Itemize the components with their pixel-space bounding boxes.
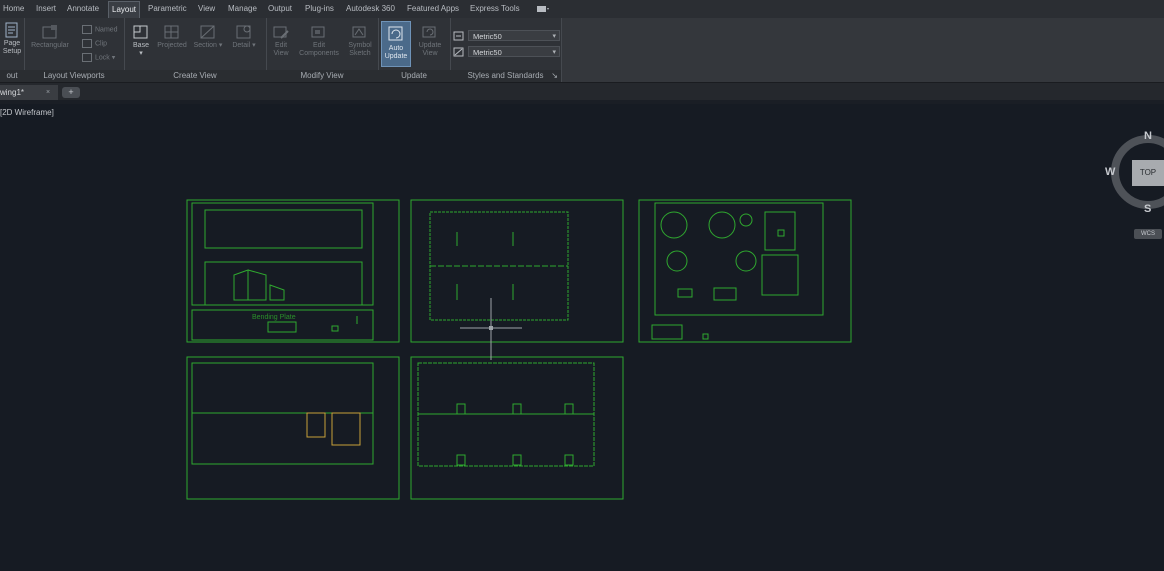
base-button[interactable]: Base ▾ [128, 24, 154, 58]
named-button[interactable]: Named [82, 25, 118, 34]
viewcube-top-face[interactable]: TOP [1132, 160, 1164, 186]
layout-viewport-5[interactable] [410, 356, 624, 500]
group-label-update: Update [378, 70, 450, 82]
tab-autodesk-360[interactable]: Autodesk 360 [346, 0, 395, 18]
ribbon-tab-bar: Home Insert Annotate Layout Parametric V… [0, 0, 1164, 19]
lock-label: Lock [95, 54, 110, 62]
group-modify-view: Edit View Edit Components Symbol Sketch … [266, 18, 379, 82]
lock-icon [82, 53, 92, 62]
update-view-button[interactable]: Update View [414, 24, 446, 58]
edit-view-button[interactable]: Edit View [268, 24, 294, 58]
clip-button[interactable]: Clip [82, 39, 107, 48]
tab-output[interactable]: Output [268, 0, 292, 18]
symbol-sketch-icon [352, 26, 366, 38]
view-style-dropdown[interactable]: Metric50 ▾ [468, 30, 560, 41]
named-label: Named [95, 26, 118, 34]
edit-view-icon [273, 26, 289, 39]
group-label-layout: out [0, 70, 24, 82]
tab-featured-apps[interactable]: Featured Apps [407, 0, 459, 18]
tab-express-tools[interactable]: Express Tools [470, 0, 520, 18]
drawing-canvas[interactable] [0, 104, 1164, 571]
auto-update-label: Auto Update [384, 45, 408, 60]
file-tab-bar: wing1* × + [0, 82, 1164, 101]
crosshair-cursor-icon [460, 298, 522, 360]
page-setup-button[interactable]: Page Setup [1, 22, 23, 56]
projected-button[interactable]: Projected [156, 24, 188, 50]
edit-view-label: Edit View [273, 42, 289, 57]
drawing-annotation: Bending Plate [252, 314, 296, 321]
update-view-label: Update View [418, 42, 442, 57]
section-button[interactable]: Section ▾ [192, 24, 224, 50]
clip-label: Clip [95, 40, 108, 48]
group-layout: Page Setup out [0, 18, 25, 82]
update-view-icon [422, 26, 436, 38]
compass-west-label[interactable]: W [1105, 166, 1115, 178]
group-label-styles: Styles and Standards ↘ [450, 70, 561, 82]
group-label-modify-view: Modify View [266, 70, 378, 82]
clip-icon [82, 39, 92, 48]
group-label-layout-viewports: Layout Viewports [24, 70, 124, 82]
tab-annotate[interactable]: Annotate [67, 0, 99, 18]
view-style-icon [453, 31, 464, 41]
auto-update-button[interactable]: Auto Update [381, 21, 411, 67]
styles-label-text: Styles and Standards [467, 71, 544, 80]
dimension-style-dropdown[interactable]: Metric50 ▾ [468, 46, 560, 57]
tab-parametric[interactable]: Parametric [148, 0, 187, 18]
group-layout-viewports: Rectangular Named Clip Lock ▾ Layout Vie… [24, 18, 125, 82]
layout-viewport-2[interactable] [410, 199, 624, 343]
lock-button[interactable]: Lock ▾ [82, 53, 115, 62]
base-view-icon [133, 25, 148, 39]
projected-label: Projected [157, 42, 187, 49]
section-label: Section [193, 42, 217, 49]
rectangular-label: Rectangular [31, 42, 69, 49]
base-label: Base [133, 42, 149, 49]
group-styles-standards: Metric50 ▾ Metric50 ▾ Styles and Standards… [450, 18, 562, 82]
ribbon-panel: Page Setup out Rectangular Named Clip Lo… [0, 18, 1164, 82]
detail-view-icon [236, 25, 251, 39]
wcs-menu-button[interactable]: WCS [1134, 229, 1162, 239]
close-icon[interactable]: × [46, 85, 50, 100]
file-tab-name: wing1* [0, 88, 25, 97]
tab-manage[interactable]: Manage [228, 0, 257, 18]
dimension-style-value: Metric50 [473, 48, 502, 57]
edit-components-label: Edit Components [299, 42, 339, 57]
compass-north-label[interactable]: N [1144, 130, 1152, 142]
auto-update-icon [388, 26, 403, 41]
page-setup-icon [5, 22, 18, 38]
rectangular-viewport-icon [42, 25, 57, 39]
edit-components-icon [311, 26, 325, 38]
tab-plug-ins[interactable]: Plug-ins [305, 0, 334, 18]
group-label-create-view: Create View [124, 70, 266, 82]
rectangular-button[interactable]: Rectangular [28, 24, 72, 50]
view-style-value: Metric50 [473, 32, 502, 41]
compass-south-label[interactable]: S [1144, 203, 1151, 215]
page-setup-label: Page Setup [2, 40, 22, 55]
new-tab-button[interactable]: + [62, 87, 80, 98]
ribbon-display-toggle-icon[interactable] [536, 0, 550, 18]
layout-viewport-3[interactable] [638, 199, 852, 343]
tab-layout[interactable]: Layout [108, 1, 141, 19]
layout-viewport-4[interactable] [186, 356, 400, 500]
viewport-visual-style-label[interactable]: [2D Wireframe] [0, 108, 54, 117]
group-create-view: Base ▾ Projected Section ▾ Detail ▾ Creat… [124, 18, 267, 82]
tab-view[interactable]: View [198, 0, 215, 18]
detail-label: Detail [232, 42, 251, 49]
ribbon-empty-area [561, 18, 1164, 82]
tab-insert[interactable]: Insert [36, 0, 56, 18]
viewcube[interactable]: N W S TOP WCS [1100, 128, 1164, 240]
tab-home[interactable]: Home [3, 0, 24, 18]
symbol-sketch-label: Symbol Sketch [348, 42, 372, 57]
chevron-down-icon: ▾ [552, 33, 556, 40]
edit-components-button[interactable]: Edit Components [298, 24, 340, 58]
group-update: Auto Update Update View Update [378, 18, 451, 82]
projected-view-icon [164, 25, 179, 39]
dimension-style-icon [453, 47, 464, 57]
named-icon [82, 25, 92, 34]
symbol-sketch-button[interactable]: Symbol Sketch [344, 24, 376, 58]
file-tab-drawing[interactable]: wing1* × [0, 85, 58, 100]
section-view-icon [200, 25, 215, 39]
chevron-down-icon: ▾ [552, 49, 556, 56]
dialog-launcher-icon[interactable]: ↘ [551, 70, 558, 82]
detail-button[interactable]: Detail ▾ [228, 24, 260, 50]
